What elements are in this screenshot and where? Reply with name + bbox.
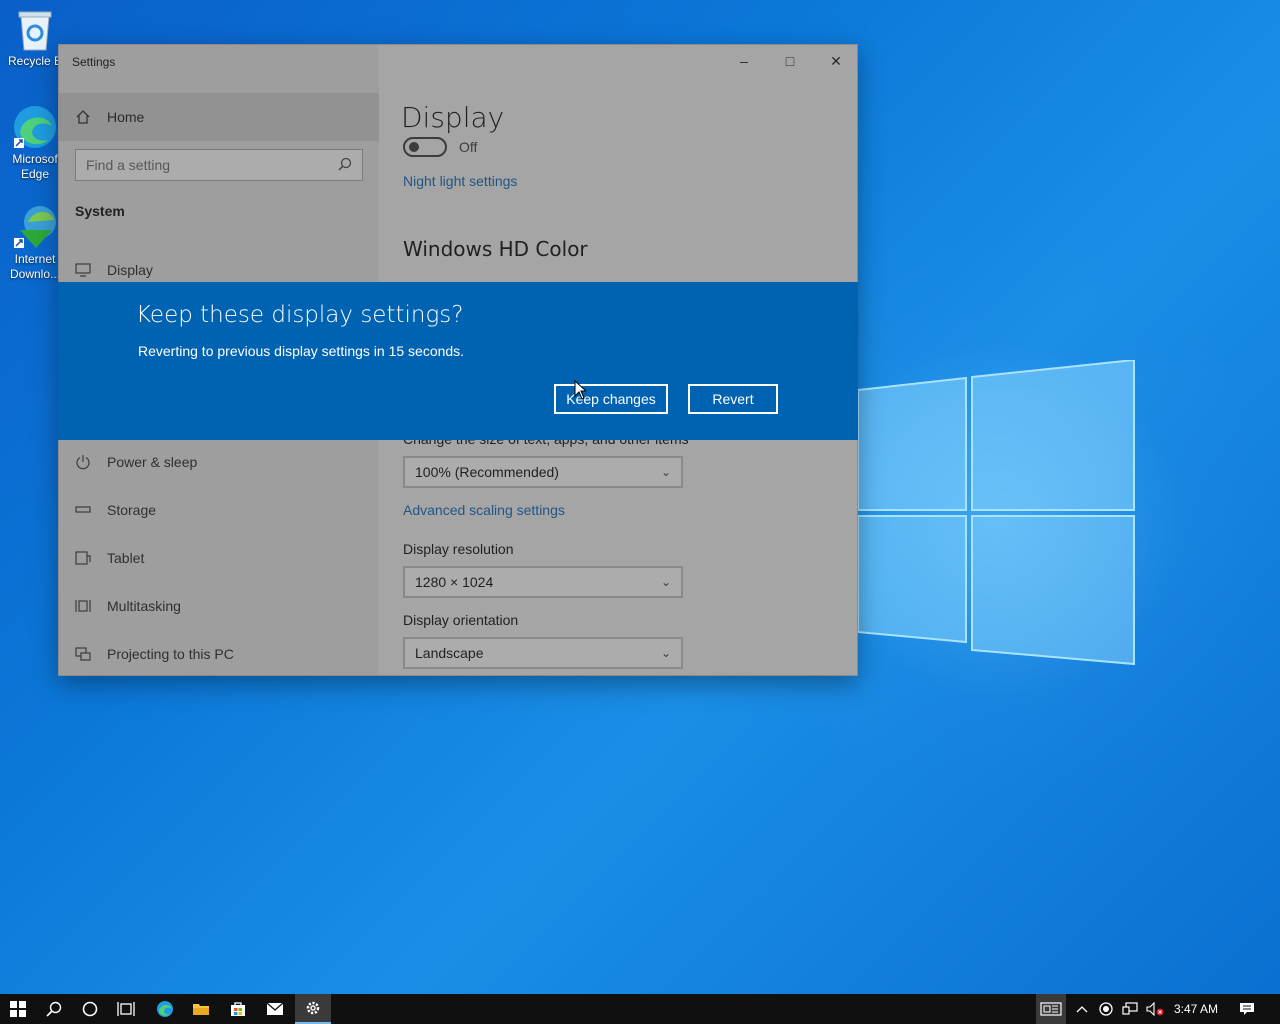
multitasking-icon (59, 598, 107, 614)
scale-value: 100% (Recommended) (415, 464, 559, 480)
windows-logo-wallpaper (858, 360, 1135, 666)
tablet-icon (59, 550, 107, 566)
taskbar-edge-button[interactable] (147, 994, 183, 1024)
sidebar-item-label: Home (107, 109, 145, 125)
desktop-icon-internet-download-manager[interactable]: Internet Downlo... (6, 204, 64, 282)
desktop-icon-label: Internet Downlo... (9, 252, 61, 281)
monitor-icon (59, 263, 107, 277)
desktop-icon-label: Recycle B (7, 54, 63, 68)
taskbar-file-explorer-button[interactable] (183, 994, 219, 1024)
minimize-button[interactable]: – (721, 45, 767, 77)
sidebar-item-label: Projecting to this PC (107, 646, 234, 662)
sidebar-item-multitasking[interactable]: Multitasking (59, 586, 379, 626)
taskbar-search-button[interactable] (36, 994, 72, 1024)
clock[interactable]: 3:47 AM (1172, 994, 1220, 1024)
task-view-icon (117, 1002, 135, 1016)
night-light-toggle[interactable] (403, 137, 447, 157)
toggle-state-label: Off (459, 139, 478, 155)
power-icon (59, 454, 107, 470)
hd-color-heading: Windows HD Color (403, 237, 588, 261)
dialog-message: Reverting to previous display settings i… (138, 343, 465, 359)
sidebar-item-power-sleep[interactable]: Power & sleep (59, 442, 379, 482)
keep-changes-button[interactable]: Keep changes (554, 384, 668, 414)
dialog-title: Keep these display settings? (136, 302, 464, 328)
edge-icon (157, 1001, 173, 1017)
mouse-cursor-icon (574, 380, 586, 400)
maximize-button[interactable]: □ (767, 45, 813, 77)
chevron-down-icon: ⌄ (660, 465, 671, 479)
search-icon (46, 1001, 62, 1017)
news-interests-button[interactable] (1036, 994, 1066, 1024)
tray-record-button[interactable] (1096, 994, 1116, 1024)
scale-dropdown[interactable]: 100% (Recommended) ⌄ (403, 456, 683, 488)
resolution-value: 1280 × 1024 (415, 574, 494, 590)
keep-settings-dialog: Keep these display settings? Reverting t… (58, 282, 858, 440)
sidebar-item-label: Power & sleep (107, 454, 198, 470)
network-icon (1122, 1002, 1138, 1015)
search-placeholder: Find a setting (86, 157, 171, 173)
notification-icon (1240, 1003, 1254, 1015)
chevron-down-icon: ⌄ (660, 646, 671, 660)
chevron-up-icon (1076, 1006, 1088, 1013)
taskbar-settings-button[interactable] (295, 994, 331, 1024)
network-button[interactable] (1120, 994, 1140, 1024)
cortana-icon (82, 1001, 98, 1017)
taskbar-mail-button[interactable] (257, 994, 293, 1024)
close-icon: ✕ (830, 52, 842, 69)
storage-icon (59, 506, 107, 514)
sidebar-item-storage[interactable]: Storage (59, 490, 379, 530)
resolution-dropdown[interactable]: 1280 × 1024 ⌄ (403, 566, 683, 598)
night-light-settings-link[interactable]: Night light settings (403, 173, 517, 189)
minimize-icon: – (740, 53, 748, 69)
sidebar-item-label: Tablet (107, 550, 145, 566)
desktop-icon-label: Microsof Edge (12, 152, 58, 181)
news-icon (1040, 1002, 1062, 1016)
orientation-dropdown[interactable]: Landscape ⌄ (403, 637, 683, 669)
taskbar: 3:47 AM (0, 994, 1280, 1024)
cortana-button[interactable] (72, 994, 108, 1024)
chevron-down-icon: ⌄ (660, 575, 671, 589)
taskbar-store-button[interactable] (220, 994, 256, 1024)
show-hidden-icons-button[interactable] (1072, 994, 1092, 1024)
volume-button[interactable] (1144, 994, 1166, 1024)
resolution-label: Display resolution (403, 541, 514, 557)
sidebar-section-title: System (75, 203, 125, 219)
start-button[interactable] (0, 994, 36, 1024)
sidebar-item-tablet[interactable]: Tablet (59, 538, 379, 578)
sidebar-item-projecting[interactable]: Projecting to this PC (59, 634, 379, 674)
desktop-icon-edge[interactable]: Microsof Edge (6, 104, 64, 182)
start-icon (10, 1001, 26, 1017)
sidebar-item-label: Storage (107, 502, 157, 518)
action-center-button[interactable] (1234, 994, 1260, 1024)
desktop-icon-recycle-bin[interactable]: Recycle B (6, 8, 64, 69)
task-view-button[interactable] (108, 994, 144, 1024)
volume-muted-icon (1146, 1002, 1164, 1016)
recycle-bin-icon (18, 11, 52, 51)
orientation-label: Display orientation (403, 612, 519, 628)
toggle-knob (409, 142, 419, 152)
file-explorer-icon (193, 1004, 209, 1015)
advanced-scaling-link[interactable]: Advanced scaling settings (403, 502, 565, 518)
revert-button[interactable]: Revert (688, 384, 778, 414)
orientation-value: Landscape (415, 645, 484, 661)
idm-icon (14, 206, 56, 248)
store-icon (231, 1002, 245, 1016)
home-icon (59, 109, 107, 125)
sidebar-item-label: Display (107, 262, 153, 278)
close-button[interactable]: ✕ (813, 45, 857, 77)
page-title: Display (401, 101, 505, 134)
window-title: Settings (72, 55, 116, 69)
search-input[interactable]: Find a setting (75, 149, 363, 181)
sidebar-item-label: Multitasking (107, 598, 181, 614)
edge-icon (14, 106, 56, 148)
settings-icon (306, 1001, 320, 1015)
maximize-icon: □ (785, 53, 795, 69)
mail-icon (266, 1002, 284, 1015)
sidebar-item-home[interactable]: Home (59, 93, 379, 141)
search-icon (338, 157, 352, 174)
projecting-icon (59, 646, 107, 662)
record-icon (1099, 1002, 1113, 1016)
